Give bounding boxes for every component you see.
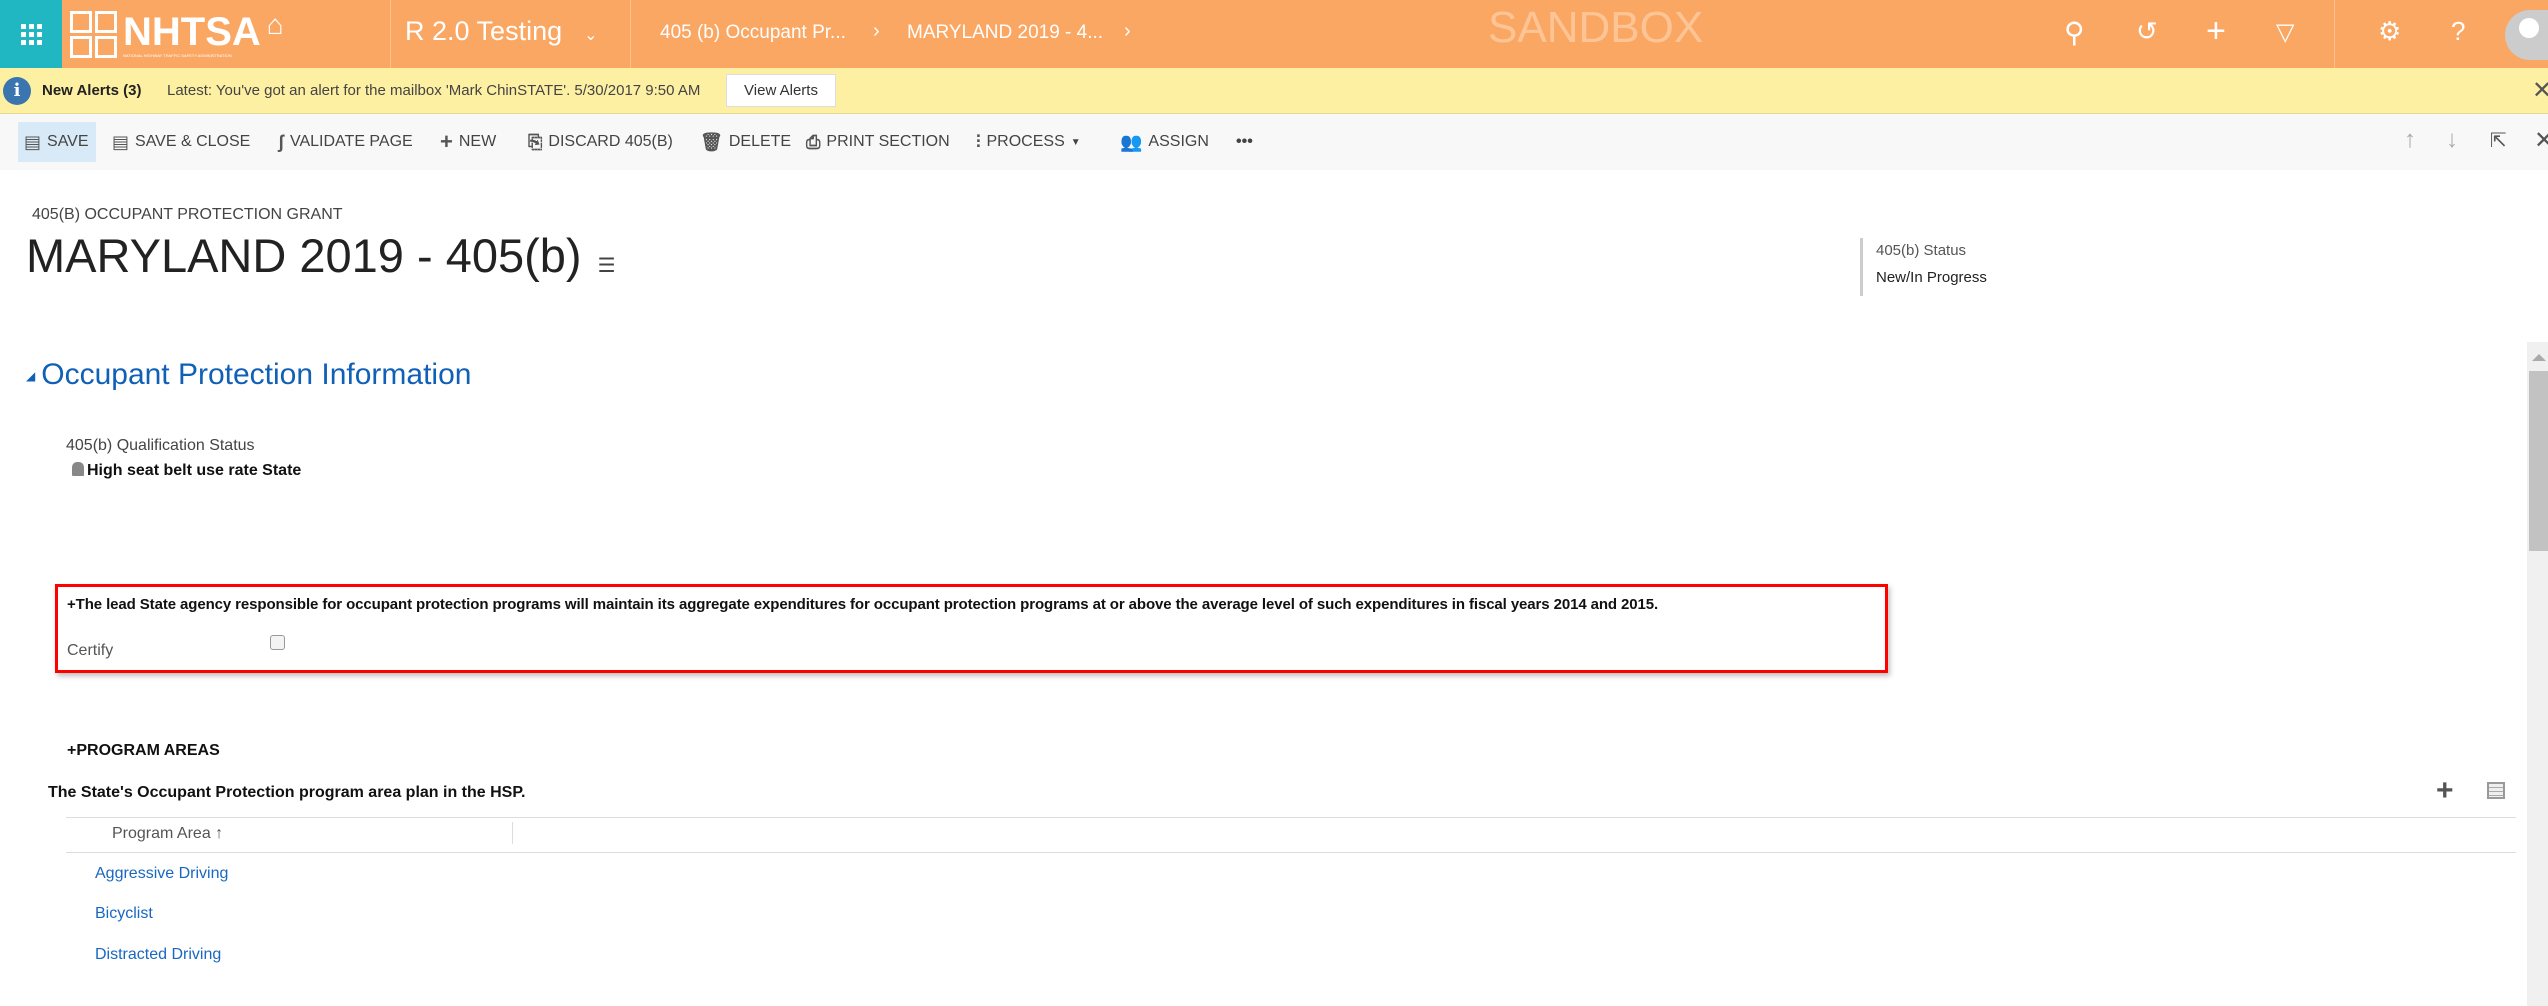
search-icon[interactable]: ⚲ <box>2064 16 2085 49</box>
close-record-icon[interactable]: ✕ <box>2534 126 2548 155</box>
breadcrumb-2[interactable]: MARYLAND 2019 - 4... <box>907 22 1103 44</box>
people-icon: 👥 <box>1120 131 1143 152</box>
waffle-icon <box>20 23 42 45</box>
delete-button[interactable]: 🗑 DELETE <box>700 130 791 154</box>
scrollbar-thumb[interactable] <box>2529 371 2548 551</box>
scroll-up-arrow-icon[interactable] <box>2532 354 2546 361</box>
pop-out-icon[interactable]: ⇱ <box>2490 128 2507 153</box>
dropdown-arrow-icon: ▼ <box>1070 136 1081 148</box>
chevron-down-icon: ⌄ <box>584 27 598 44</box>
program-area-row-aggressive-driving[interactable]: Aggressive Driving <box>95 865 228 883</box>
discard-icon: ⎘ <box>528 131 543 152</box>
sandbox-watermark: SANDBOX <box>1488 3 1704 52</box>
collapse-triangle-icon: ◢ <box>26 369 36 384</box>
gear-icon[interactable]: ⚙ <box>2378 16 2401 47</box>
program-areas-heading: +PROGRAM AREAS <box>67 742 220 759</box>
alert-message: Latest: You've got an alert for the mail… <box>167 82 701 99</box>
grid-header-border <box>66 852 2516 853</box>
assign-button[interactable]: 👥 ASSIGN <box>1120 130 1209 154</box>
printer-icon: ⎙ <box>806 131 821 152</box>
program-area-row-bicyclist[interactable]: Bicyclist <box>95 905 153 923</box>
column-divider <box>512 822 513 844</box>
filter-icon[interactable]: ▽ <box>2276 18 2294 47</box>
discard-button[interactable]: ⎘ DISCARD 405(B) <box>528 130 673 154</box>
history-icon[interactable]: ↺ <box>2136 16 2158 47</box>
qualification-value: High seat belt use rate State <box>72 462 301 480</box>
breadcrumb-1[interactable]: 405 (b) Occupant Pr... <box>660 22 846 44</box>
save-button[interactable]: ▤ SAVE <box>24 130 89 154</box>
certification-highlight-box: +The lead State agency responsible for o… <box>55 584 1888 673</box>
floppy-icon: ▤ <box>24 131 42 152</box>
command-bar: ▤ SAVE ▤ SAVE & CLOSE ʃ VALIDATE PAGE + NEW … <box>0 114 2548 170</box>
print-section-button[interactable]: ⎙ PRINT SECTION <box>806 130 950 154</box>
process-icon: ⫶ <box>976 131 981 152</box>
certification-statement: +The lead State agency responsible for o… <box>67 596 1659 613</box>
app-launcher-button[interactable] <box>0 0 62 68</box>
vertical-scrollbar[interactable] <box>2527 342 2548 1006</box>
chevron-right-icon[interactable]: › <box>1124 20 1131 43</box>
form-selector-icon[interactable]: ☰ <box>598 255 616 277</box>
column-header-program-area[interactable]: Program Area ↑ <box>112 825 223 843</box>
program-areas-subtitle: The State's Occupant Protection program … <box>48 784 526 801</box>
sort-ascending-icon: ↑ <box>215 825 224 842</box>
qualification-label: 405(b) Qualification Status <box>66 437 255 454</box>
entity-name: 405(B) OCCUPANT PROTECTION GRANT <box>32 206 343 223</box>
chevron-right-icon[interactable]: › <box>873 20 880 43</box>
plus-icon: + <box>440 129 453 154</box>
validate-page-button[interactable]: ʃ VALIDATE PAGE <box>278 130 413 154</box>
status-field: 405(b) Status New/In Progress <box>1860 238 1987 296</box>
page-title: MARYLAND 2019 - 405(b) ☰ <box>26 229 616 282</box>
app-switcher[interactable]: R 2.0 Testing ⌄ <box>405 16 598 47</box>
section-header[interactable]: ◢ Occupant Protection Information <box>26 358 471 392</box>
lock-icon <box>72 462 84 476</box>
avatar[interactable] <box>2505 10 2548 60</box>
validate-icon: ʃ <box>278 131 284 152</box>
logo-emblem-icon <box>70 10 117 58</box>
plus-icon[interactable]: + <box>2206 12 2226 51</box>
certify-label: Certify <box>67 642 114 659</box>
arrow-down-icon[interactable]: ↓ <box>2446 126 2458 154</box>
alert-bar: i New Alerts (3) Latest: You've got an a… <box>0 68 2548 114</box>
info-icon: i <box>3 77 31 105</box>
home-icon[interactable]: ⌂ <box>267 9 284 41</box>
process-button[interactable]: ⫶ PROCESS ▼ <box>976 130 1081 154</box>
program-area-row-distracted-driving[interactable]: Distracted Driving <box>95 946 221 964</box>
certify-checkbox[interactable] <box>270 635 285 650</box>
nhtsa-logo[interactable]: NHTSA NATIONAL HIGHWAY TRAFFIC SAFETY ADM… <box>70 4 284 64</box>
top-nav-bar: NHTSA NATIONAL HIGHWAY TRAFFIC SAFETY ADM… <box>0 0 2548 68</box>
trash-icon: 🗑 <box>700 131 723 152</box>
save-close-button[interactable]: ▤ SAVE & CLOSE <box>112 130 250 154</box>
arrow-up-icon[interactable]: ↑ <box>2404 126 2416 154</box>
help-icon[interactable]: ? <box>2451 16 2465 47</box>
close-icon[interactable]: ✕ <box>2532 76 2548 105</box>
alerts-count[interactable]: New Alerts (3) <box>42 82 141 99</box>
view-alerts-button[interactable]: View Alerts <box>726 74 836 107</box>
new-button[interactable]: + NEW <box>440 129 496 154</box>
save-close-icon: ▤ <box>112 131 130 152</box>
add-record-icon[interactable]: + <box>2436 774 2454 808</box>
grid-top-border <box>66 817 2516 818</box>
grid-view-icon[interactable] <box>2487 782 2505 799</box>
more-commands-button[interactable]: ••• <box>1236 130 1253 154</box>
